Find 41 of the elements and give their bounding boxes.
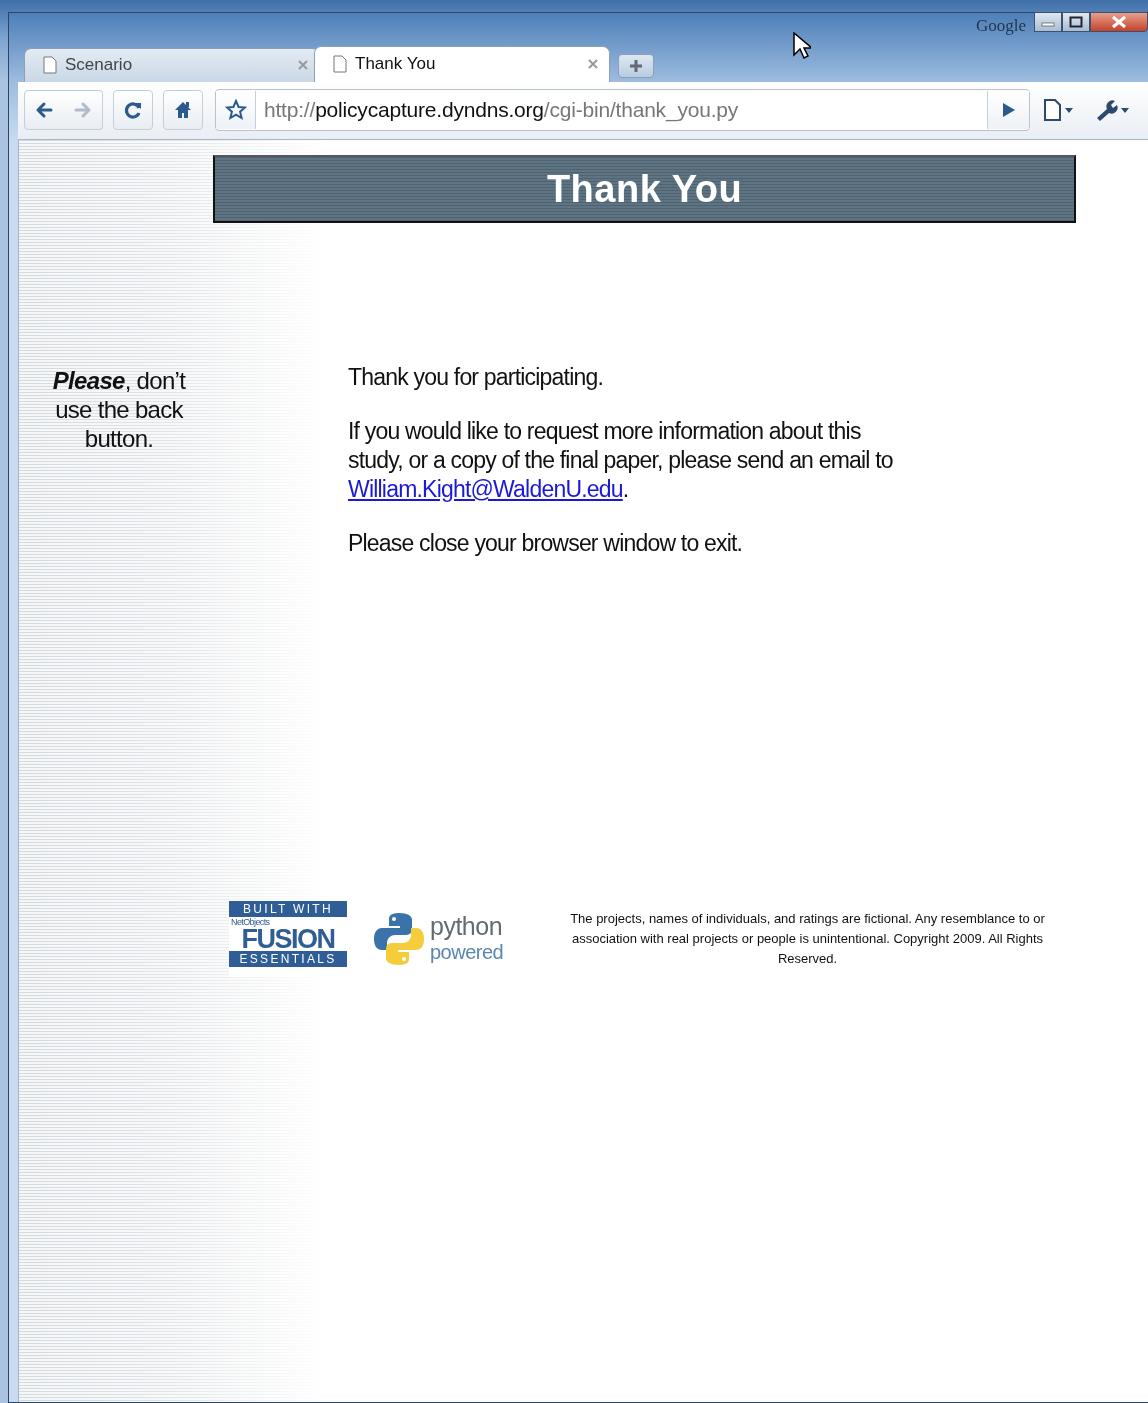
home-button[interactable]	[163, 90, 203, 131]
page-menu-icon	[1043, 99, 1075, 122]
new-tab-button[interactable]	[618, 53, 654, 78]
reload-button[interactable]	[113, 90, 153, 131]
close-icon	[1111, 15, 1127, 29]
mouse-cursor-icon	[793, 32, 811, 60]
plus-icon	[629, 58, 643, 73]
badge-label: ESSENTIALS	[229, 951, 347, 967]
badge-title: FUSION	[241, 927, 336, 951]
side-note: Please, don’t use the back button.	[51, 366, 187, 454]
bookmark-star-button[interactable]	[216, 91, 256, 130]
tab-close-icon	[587, 58, 599, 71]
body-paragraph: If you would like to request more information about this study, or a copy of the final paper, please send an email to William.Kight@WaldenU.edu.	[348, 417, 893, 504]
home-icon	[175, 102, 191, 119]
body-paragraph: Thank you for participating.	[348, 363, 605, 392]
page-icon	[333, 55, 347, 74]
badge-label: BUILT WITH	[229, 901, 347, 917]
minimize-button[interactable]	[1034, 12, 1062, 32]
back-button[interactable]	[24, 90, 64, 131]
python-logo-icon	[372, 911, 426, 967]
body-paragraph: Please close your browser window to exit.	[348, 529, 744, 558]
maker-label: NetObjects	[230, 917, 271, 927]
back-arrow-icon	[36, 102, 53, 118]
python-label: python	[430, 913, 504, 939]
close-button[interactable]	[1090, 12, 1148, 32]
play-icon	[1001, 102, 1016, 119]
star-icon	[224, 99, 247, 122]
browser-tab[interactable]: Thank You	[314, 45, 610, 82]
page-icon	[43, 56, 57, 75]
page-heading: Thank You	[213, 155, 1076, 223]
email-link[interactable]: William.Kight@WaldenU.edu	[348, 476, 623, 502]
forward-arrow-icon	[74, 102, 90, 118]
disclaimer-text: The projects, names of individuals, and ratings are fictional. Any resemblance to or association with real projects or people is unintentional. Copyright 2009. All Rights Reserved.	[570, 910, 1045, 968]
tab-close-icon	[297, 59, 309, 72]
maximize-button[interactable]	[1062, 12, 1090, 32]
maximize-icon	[1069, 16, 1083, 28]
reload-icon	[124, 103, 141, 119]
wrench-icon	[1095, 99, 1131, 122]
powered-label: powered	[430, 940, 504, 965]
go-button[interactable]	[987, 91, 1029, 130]
google-label: Google	[975, 16, 1026, 36]
